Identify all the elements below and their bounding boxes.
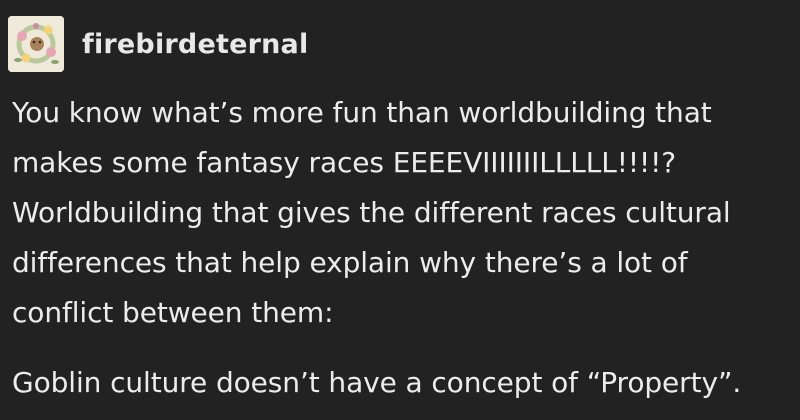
flower-wreath-icon (8, 16, 64, 72)
text-line: Goblin culture doesn’t have a concept of… (12, 366, 742, 399)
text-line: makes some fantasy races EEEEVIIIIIIILLL… (12, 146, 677, 179)
text-line: You know what’s more fun than worldbuild… (12, 96, 712, 129)
post-paragraph: You know what’s more fun than worldbuild… (12, 88, 792, 338)
avatar[interactable] (8, 16, 64, 72)
post-header: firebirdeternal (8, 16, 308, 72)
post: firebirdeternal You know what’s more fun… (0, 0, 800, 420)
text-line: Worldbuilding that gives the different r… (12, 196, 731, 229)
post-paragraph: Goblin culture doesn’t have a concept of… (12, 358, 792, 408)
text-line: conflict between them: (12, 296, 334, 329)
text-line: differences that help explain why there’… (12, 246, 688, 279)
username-link[interactable]: firebirdeternal (82, 29, 308, 60)
post-body: You know what’s more fun than worldbuild… (12, 88, 792, 408)
